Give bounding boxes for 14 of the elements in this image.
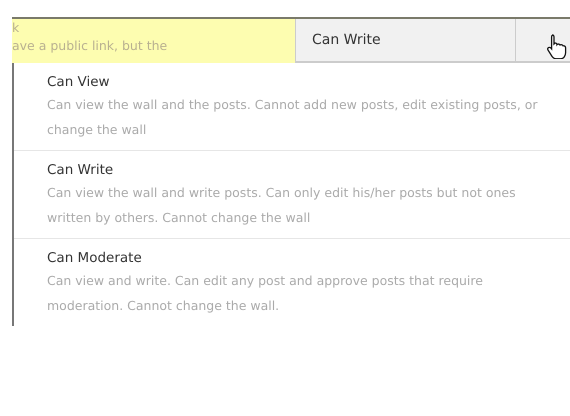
option-title: Can View: [47, 73, 111, 92]
dropdown-button[interactable]: [515, 19, 570, 63]
permission-option[interactable]: Can View Can view the wall and the posts. Cannot add new posts, edit existing posts, or change the wall: [14, 63, 570, 151]
note-text: k: [12, 19, 20, 37]
note-text: ave a public link, but the: [12, 37, 168, 55]
option-title: Can Write: [47, 161, 114, 180]
option-title: Can Moderate: [47, 249, 143, 268]
permission-option[interactable]: Can Write Can view the wall and write posts. Can only edit his/her posts but not ones written by others. Cannot change the wall: [14, 151, 570, 239]
hand-cursor-icon: [546, 33, 568, 59]
option-description: Can view the wall and the posts. Cannot add new posts, edit existing posts, or change the wall: [47, 96, 539, 139]
permission-field: Can Write: [295, 19, 515, 63]
option-description: Can view and write. Can edit any post and approve posts that require moderation. Cannot change the wall.: [47, 272, 484, 315]
permission-option[interactable]: Can Moderate Can view and write. Can edit any post and approve posts that require moderation. Cannot change the wall.: [14, 239, 570, 326]
option-description: Can view the wall and write posts. Can only edit his/her posts but not ones written by others. Cannot change the wall: [47, 184, 517, 227]
